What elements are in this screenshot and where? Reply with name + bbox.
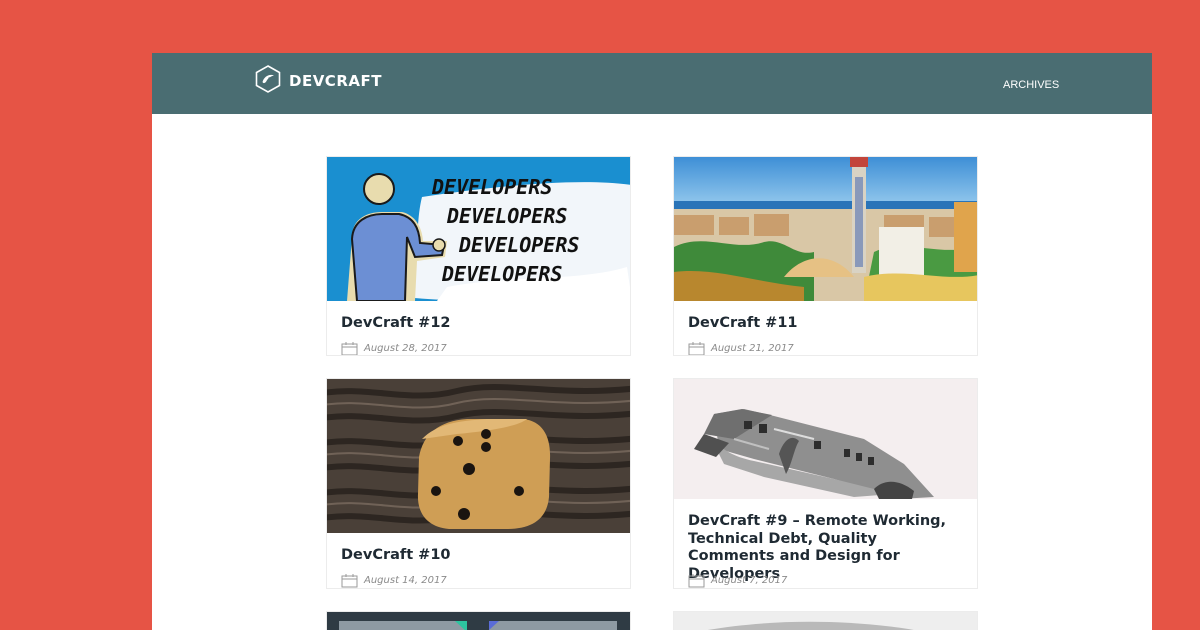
meme-line: DEVELOPERS bbox=[441, 262, 562, 286]
post-card[interactable]: DevCraft #11 August 21, 2017 bbox=[673, 156, 978, 356]
post-meta: August 7, 2017 bbox=[674, 573, 801, 588]
calendar-icon bbox=[341, 341, 358, 355]
site-title: DEVCRAFT bbox=[289, 72, 382, 90]
calendar-icon bbox=[688, 573, 705, 588]
post-title[interactable]: DevCraft #11 bbox=[674, 301, 977, 333]
post-meta: August 28, 2017 bbox=[327, 341, 461, 355]
calendar-icon bbox=[688, 341, 705, 355]
post-card[interactable]: DevCraft #10 August 14, 2017 bbox=[326, 378, 631, 589]
meme-line: DEVELOPERS bbox=[446, 204, 567, 228]
site-header: DEVCRAFT ARCHIVES bbox=[152, 53, 1152, 114]
post-card[interactable]: DevCraft #9 – Remote Working, Technical … bbox=[673, 378, 978, 589]
post-thumbnail bbox=[674, 379, 977, 499]
post-date: August 28, 2017 bbox=[364, 343, 447, 354]
post-date: August 7, 2017 bbox=[711, 575, 788, 586]
post-thumbnail bbox=[327, 612, 630, 630]
post-title[interactable]: DevCraft #10 bbox=[327, 533, 630, 565]
post-thumbnail bbox=[674, 157, 977, 301]
post-card[interactable] bbox=[673, 611, 978, 630]
post-card[interactable] bbox=[326, 611, 631, 630]
post-meta: August 21, 2017 bbox=[674, 341, 808, 355]
post-thumbnail bbox=[674, 612, 977, 630]
post-thumbnail bbox=[327, 379, 630, 533]
meme-line: DEVELOPERS bbox=[431, 175, 552, 199]
hexagon-logo-icon bbox=[255, 64, 281, 98]
site-logo-link[interactable]: DEVCRAFT bbox=[255, 64, 382, 98]
meme-line: DEVELOPERS bbox=[458, 233, 579, 257]
post-thumbnail: DEVELOPERS DEVELOPERS DEVELOPERS DEVELOP… bbox=[327, 157, 630, 301]
post-title[interactable]: DevCraft #12 bbox=[327, 301, 630, 333]
nav-archives-link[interactable]: ARCHIVES bbox=[1003, 79, 1059, 91]
post-card[interactable]: DEVELOPERS DEVELOPERS DEVELOPERS DEVELOP… bbox=[326, 156, 631, 356]
browser-window: DEVCRAFT ARCHIVES DEVELOPERS DEVELOPERS bbox=[152, 53, 1152, 630]
calendar-icon bbox=[341, 573, 358, 588]
post-meta: August 14, 2017 bbox=[327, 573, 461, 588]
post-date: August 14, 2017 bbox=[364, 575, 447, 586]
post-title[interactable]: DevCraft #9 – Remote Working, Technical … bbox=[674, 499, 977, 583]
post-date: August 21, 2017 bbox=[711, 343, 794, 354]
